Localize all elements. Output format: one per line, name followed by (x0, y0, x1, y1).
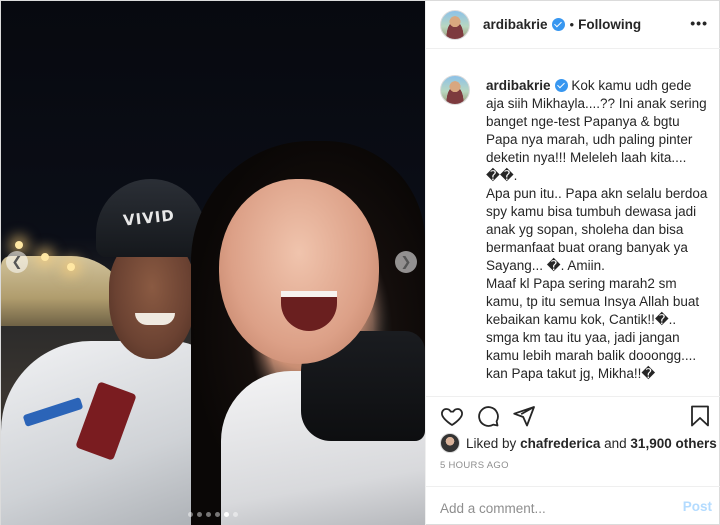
likes-prefix: Liked by (466, 435, 517, 451)
save-button[interactable] (688, 404, 712, 428)
photo-man-face (109, 239, 195, 359)
liker-username[interactable]: chafrederica (520, 436, 600, 451)
carousel-dot (197, 512, 202, 517)
photo-street-light (41, 253, 49, 261)
photo-street-light (67, 263, 75, 271)
carousel-dot (206, 512, 211, 517)
post-header: ardibakrie • Following ••• (426, 1, 720, 49)
photo-girl-face (219, 179, 379, 364)
header-separator: • (569, 17, 575, 32)
caption-username[interactable]: ardibakrie (486, 78, 551, 93)
share-icon (513, 406, 535, 427)
comment-button[interactable] (476, 404, 500, 428)
carousel-dot (224, 512, 229, 517)
carousel-dot (188, 512, 193, 517)
carousel-dot (233, 512, 238, 517)
post-timestamp[interactable]: 5 HOURS AGO (440, 460, 509, 471)
caption-text: ardibakrie Kok kamu udh gede aja siih Mi… (486, 77, 708, 391)
post-side-panel: ardibakrie • Following ••• ardibakrie Ko… (425, 1, 720, 525)
likes-joiner: and (604, 435, 627, 451)
comment-input[interactable] (440, 499, 670, 517)
likes-count[interactable]: 31,900 others (630, 436, 716, 451)
heart-icon (441, 408, 463, 426)
carousel-indicator (1, 512, 425, 517)
verified-badge-icon (551, 18, 565, 31)
carousel-prev-button[interactable]: ❮ (6, 251, 28, 273)
comment-icon (478, 406, 499, 427)
share-button[interactable] (512, 404, 536, 428)
liker-avatar[interactable] (440, 433, 460, 453)
caption-avatar[interactable] (440, 75, 470, 105)
verified-badge-icon (554, 79, 568, 92)
post-photo[interactable]: VIVID ❮ ❯ (1, 1, 425, 525)
avatar[interactable] (440, 9, 470, 40)
chevron-left-icon: ❮ (11, 254, 23, 269)
caption-section: ardibakrie Kok kamu udh gede aja siih Mi… (426, 63, 720, 391)
likes-summary: Liked by chafrederica and 31,900 others (440, 433, 717, 453)
carousel-next-button[interactable]: ❯ (395, 251, 417, 273)
post-comment-button[interactable]: Post (683, 499, 712, 514)
post-actions (426, 396, 720, 432)
bookmark-icon (691, 405, 709, 427)
more-horizontal-icon[interactable]: ••• (690, 15, 708, 31)
header-username[interactable]: ardibakrie (483, 17, 548, 32)
photo-street-light (15, 241, 23, 249)
following-button[interactable]: Following (578, 17, 641, 32)
chevron-right-icon: ❯ (400, 254, 412, 269)
photo-man-smile (135, 313, 175, 325)
caption-body: Kok kamu udh gede aja siih Mikhayla....?… (486, 78, 708, 391)
carousel-dot (215, 512, 220, 517)
like-button[interactable] (440, 404, 464, 428)
instagram-post-frame: VIVID ❮ ❯ ardibakrie • Following ••• ard… (0, 0, 720, 525)
comment-bar: Post (426, 486, 720, 525)
